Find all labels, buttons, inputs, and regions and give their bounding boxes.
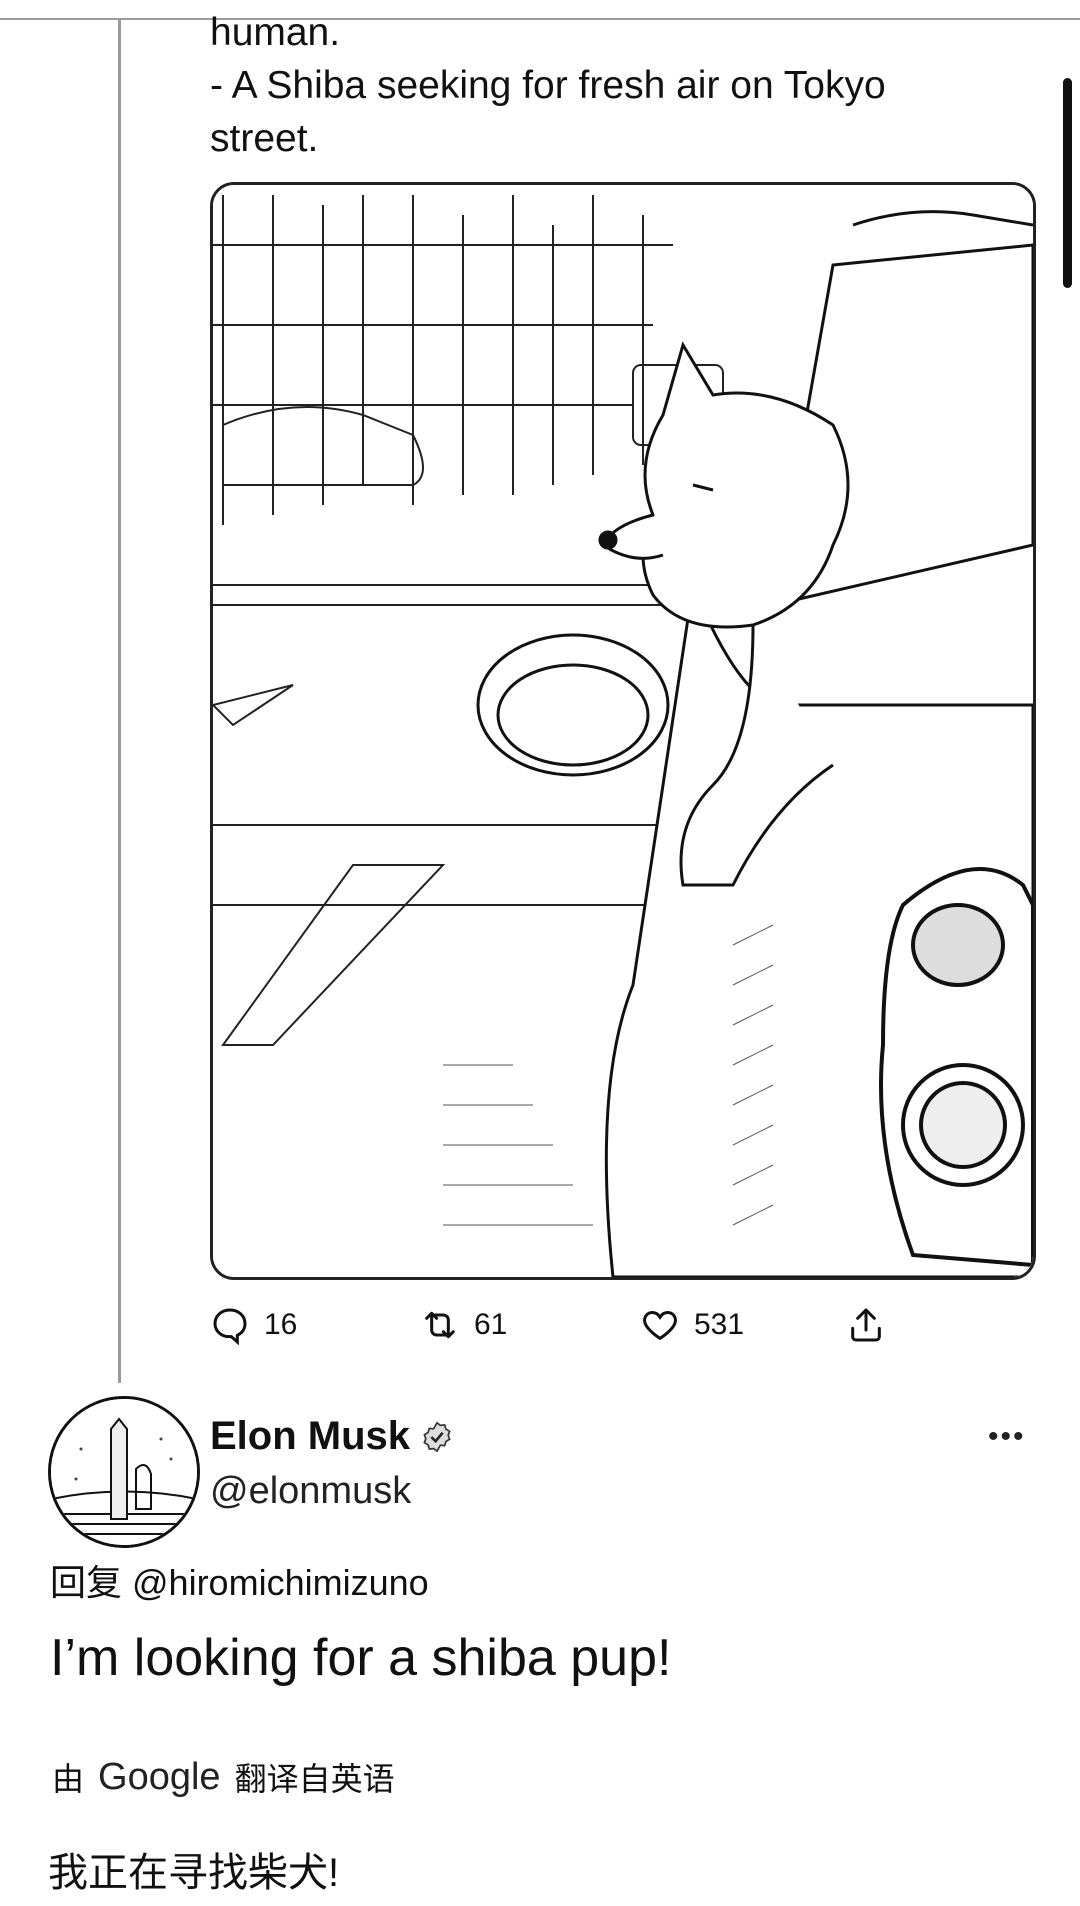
thread-connector-line [118, 18, 121, 1383]
share-action[interactable] [846, 1300, 886, 1350]
scrollbar[interactable] [1063, 78, 1072, 288]
tweet-photo[interactable] [210, 182, 1036, 1280]
retweet-action[interactable]: 61 [420, 1300, 507, 1350]
translated-by-prefix: 由 [52, 1761, 85, 1797]
shiba-photo-image [213, 185, 1033, 1277]
like-count: 531 [694, 1308, 745, 1341]
retweet-icon [425, 1311, 455, 1339]
heart-icon [643, 1310, 677, 1341]
avatar[interactable] [48, 1396, 200, 1548]
reply-to-line[interactable]: 回复 @hiromichimizuno [50, 1554, 429, 1606]
translated-text: 我正在寻找柴犬! [48, 1851, 340, 1895]
more-icon[interactable]: ••• [988, 1420, 1026, 1454]
avatar-image [51, 1399, 197, 1545]
reply-action[interactable]: 16 [210, 1300, 297, 1350]
google-logo-text: Google [98, 1755, 221, 1798]
author-name-row[interactable]: Elon Musk [210, 1414, 454, 1459]
author-name[interactable]: Elon Musk [210, 1414, 410, 1459]
reply-text: I’m looking for a shiba pup! [50, 1629, 672, 1687]
author-handle[interactable]: @elonmusk [210, 1470, 411, 1513]
verified-badge-icon [423, 1421, 451, 1452]
tweet-text: human. - A Shiba seeking for fresh air o… [210, 11, 886, 160]
translation-attribution: 由 Google 翻译自英语 [52, 1754, 395, 1800]
retweet-count: 61 [474, 1308, 508, 1341]
like-action[interactable]: 531 [640, 1300, 744, 1350]
translated-by-suffix: 翻译自英语 [234, 1761, 395, 1797]
share-icon [851, 1308, 881, 1342]
tweet-actions-bar: 16 61 531 [210, 1300, 910, 1350]
reply-count: 16 [264, 1308, 298, 1341]
reply-icon [213, 1308, 247, 1345]
